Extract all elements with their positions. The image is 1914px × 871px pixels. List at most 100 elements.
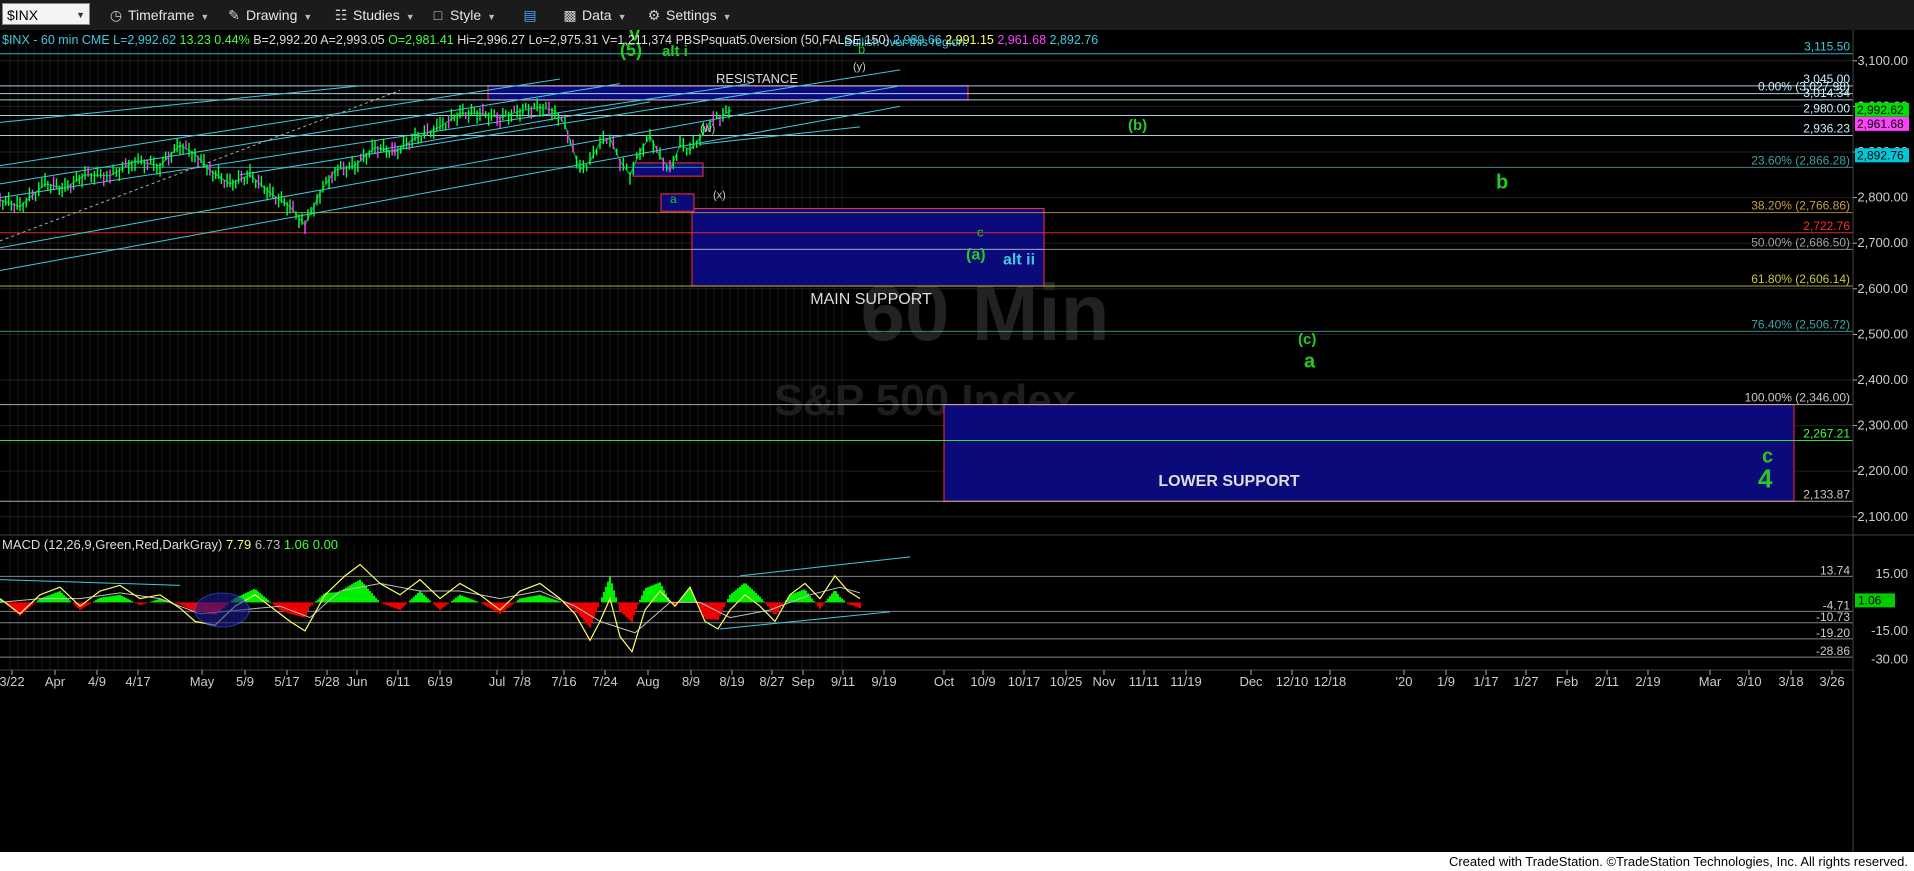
date-tick-label: 3/26 bbox=[1819, 674, 1844, 689]
price-tick-label: 2,600.00 bbox=[1857, 281, 1908, 296]
level-label: 61.80% (2,606.14) bbox=[1751, 272, 1850, 286]
drawing-icon: ✎ bbox=[228, 7, 240, 23]
level-label: 23.60% (2,866.28) bbox=[1751, 153, 1850, 167]
level-label: 2,722.76 bbox=[1803, 219, 1850, 233]
wave-label: alt ii bbox=[1003, 252, 1035, 269]
lower-support-label: LOWER SUPPORT bbox=[1158, 473, 1300, 490]
wave-label: (x) bbox=[713, 189, 726, 201]
timeframe-button[interactable]: ◷ Timeframe ▼ bbox=[108, 5, 209, 25]
header-field: Hi=2,996.27 Lo=2,975.31 V=1,211,374 bbox=[454, 33, 672, 47]
header-field: PBSPsquat5.0version (50,FALSE,150) bbox=[672, 33, 893, 47]
macd-value: 0.00 bbox=[313, 537, 338, 552]
wave-label: (y) bbox=[853, 61, 866, 73]
level-label: 2,980.00 bbox=[1803, 102, 1850, 116]
macd-value: 1.06 bbox=[284, 537, 313, 552]
style-icon: □ bbox=[433, 7, 443, 23]
settings-button[interactable]: ⚙ Settings ▼ bbox=[646, 5, 732, 25]
settings-icon: ⚙ bbox=[647, 7, 661, 23]
level-label: 2,267.21 bbox=[1803, 427, 1850, 441]
wave-label: c bbox=[977, 224, 984, 239]
studies-button[interactable]: ☷ Studies ▼ bbox=[333, 5, 415, 25]
price-tick-label: 3,100.00 bbox=[1857, 53, 1908, 68]
wave-label: (c) bbox=[1298, 331, 1316, 348]
price-tick-label: 2,200.00 bbox=[1857, 463, 1908, 478]
wave-label: b bbox=[1496, 171, 1508, 193]
chart-header-text: $INX - 60 min CME L=2,992.62 13.23 0.44%… bbox=[2, 33, 1098, 47]
macd-flag-label: 1.06 bbox=[1858, 593, 1882, 607]
main-support-box bbox=[691, 208, 1045, 287]
drawing-button[interactable]: ✎ Drawing ▼ bbox=[226, 5, 312, 25]
date-tick-label: Nov bbox=[1092, 674, 1116, 689]
macd-value: 7.79 bbox=[226, 537, 255, 552]
date-tick-label: 5/28 bbox=[314, 674, 339, 689]
date-tick-label: 7/16 bbox=[551, 674, 576, 689]
chevron-down-icon: ▼ bbox=[200, 12, 210, 22]
footer-text: Created with TradeStation. ©TradeStation… bbox=[1448, 854, 1908, 869]
chevron-down-icon: ▼ bbox=[722, 12, 732, 22]
header-field: B=2,992.20 A=2,993.05 bbox=[250, 33, 385, 47]
date-tick-label: 10/9 bbox=[970, 674, 995, 689]
macd-level-label: -10.73 bbox=[1816, 610, 1850, 624]
style-button[interactable]: □ Style ▼ bbox=[430, 5, 496, 25]
price-flag-label: 2,892.76 bbox=[1857, 148, 1904, 162]
date-tick-label: 7/24 bbox=[592, 674, 617, 689]
price-flag-label: 2,992.62 bbox=[1857, 103, 1904, 117]
header-field: 2,892.76 bbox=[1050, 33, 1099, 47]
date-tick-label: Jul bbox=[489, 674, 506, 689]
level-label: 100.00% (2,346.00) bbox=[1745, 391, 1850, 405]
date-tick-label: 8/9 bbox=[682, 674, 700, 689]
studies-label: Studies bbox=[353, 7, 400, 23]
level-label: 3,014.34 bbox=[1803, 86, 1850, 100]
macd-highlight-ellipse bbox=[194, 592, 250, 628]
date-tick-label: 10/17 bbox=[1008, 674, 1041, 689]
macd-tick-label: 15.00 bbox=[1875, 566, 1908, 581]
wave-label: (b) bbox=[1128, 117, 1147, 134]
date-tick-label: Aug bbox=[636, 674, 659, 689]
price-flag-label: 2,961.68 bbox=[1857, 117, 1904, 131]
wave-label: (w) bbox=[700, 123, 715, 135]
price-tick-label: 2,300.00 bbox=[1857, 418, 1908, 433]
date-tick-label: 3/22 bbox=[0, 674, 25, 689]
data-icon: ▩ bbox=[563, 7, 577, 23]
level-label: 2,133.87 bbox=[1803, 487, 1850, 501]
wave-label: (a) bbox=[966, 247, 986, 264]
header-field: $INX - 60 min CME L=2,992.62 bbox=[2, 33, 176, 47]
data-button[interactable]: ▩ Data ▼ bbox=[562, 5, 626, 25]
date-tick-label: 12/18 bbox=[1314, 674, 1347, 689]
chart-canvas[interactable]: 60 MinS&P 500 Index RESISTANCEMAIN SUPPO… bbox=[0, 30, 1914, 852]
date-tick-label: 1/17 bbox=[1473, 674, 1498, 689]
style-label: Style bbox=[450, 7, 482, 23]
header-field: 2,991.15 bbox=[945, 33, 997, 47]
level-label: 38.20% (2,766.86) bbox=[1751, 199, 1850, 213]
date-tick-label: 12/10 bbox=[1276, 674, 1309, 689]
macd-header: MACD (12,26,9,Green,Red,DarkGray) 7.79 6… bbox=[2, 537, 338, 552]
header-field: O=2,981.41 bbox=[385, 33, 454, 47]
chevron-down-icon: ▼ bbox=[487, 12, 497, 22]
chevron-down-icon: ▼ bbox=[303, 12, 313, 22]
date-tick-label: Sep bbox=[791, 674, 814, 689]
wave-label: 4 bbox=[1758, 464, 1773, 494]
date-tick-label: '20 bbox=[1396, 674, 1413, 689]
date-tick-label: 8/27 bbox=[759, 674, 784, 689]
symbol-input[interactable]: $INX ▼ bbox=[2, 3, 90, 25]
timeframe-label: Timeframe bbox=[128, 7, 195, 23]
date-tick-label: 3/18 bbox=[1778, 674, 1803, 689]
main-support-label: MAIN SUPPORT bbox=[810, 291, 932, 308]
level-label: 3,115.50 bbox=[1804, 40, 1850, 54]
date-tick-label: 1/27 bbox=[1513, 674, 1538, 689]
layout-button[interactable]: ▤ bbox=[522, 5, 542, 25]
chevron-down-icon: ▼ bbox=[76, 10, 85, 20]
date-tick-label: 1/9 bbox=[1437, 674, 1455, 689]
wave-label: a bbox=[670, 192, 677, 206]
price-tick-label: 2,400.00 bbox=[1857, 372, 1908, 387]
macd-label: MACD (12,26,9,Green,Red,DarkGray) bbox=[2, 537, 226, 552]
header-field: 2,961.68 bbox=[997, 33, 1049, 47]
chevron-down-icon: ▼ bbox=[405, 12, 415, 22]
date-tick-label: May bbox=[190, 674, 215, 689]
date-tick-label: Dec bbox=[1239, 674, 1263, 689]
date-tick-label: 5/9 bbox=[236, 674, 254, 689]
lower-support-box bbox=[943, 404, 1795, 502]
date-tick-label: 9/19 bbox=[871, 674, 896, 689]
level-label: 2,936.23 bbox=[1803, 121, 1850, 135]
date-tick-label: 10/25 bbox=[1050, 674, 1083, 689]
